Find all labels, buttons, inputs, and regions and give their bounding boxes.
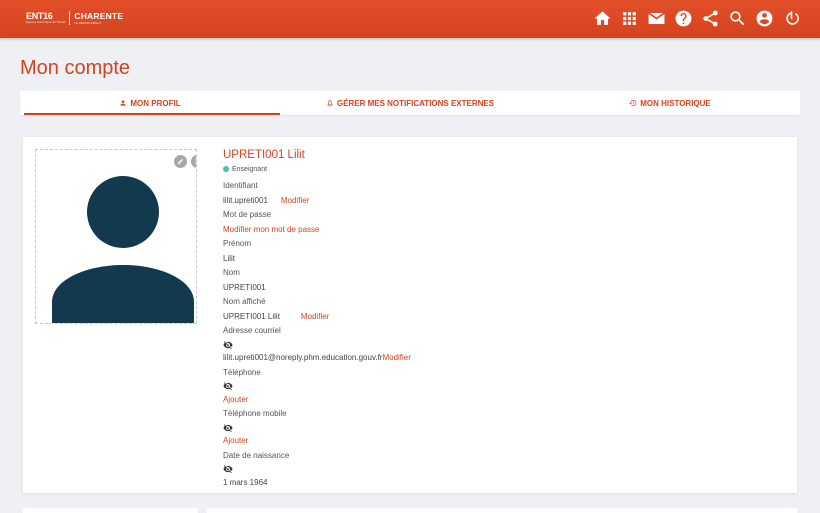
logo-ent-subtext: Espace Numérique de Travail xyxy=(26,20,66,24)
firstname-label: Prénom xyxy=(223,239,252,248)
mail-icon[interactable] xyxy=(646,8,667,29)
birthdate-visibility-toggle[interactable] xyxy=(223,463,783,476)
tab-label: MON PROFIL xyxy=(130,98,181,108)
modify-login-link[interactable]: Modifier xyxy=(281,194,309,209)
firstname-value: Lilit xyxy=(223,253,236,263)
login-value: lilit.upreti001 xyxy=(223,195,268,205)
email-value: lilit.upreti001@noreply.phm.education.go… xyxy=(223,353,383,362)
display-name-label: Nom affiché xyxy=(223,297,266,306)
modify-display-name-link[interactable]: Modifier xyxy=(301,310,329,325)
phone-label: Téléphone xyxy=(223,367,261,377)
home-icon[interactable] xyxy=(592,8,613,29)
account-icon[interactable] xyxy=(754,8,775,29)
add-phone-link[interactable]: Ajouter xyxy=(223,395,248,404)
mobile-label: Téléphone mobile xyxy=(223,409,287,418)
search-icon[interactable] xyxy=(727,8,748,29)
ent-charente-logo[interactable]: ENT16 Espace Numérique de Travail CHAREN… xyxy=(26,11,123,25)
birthdate-value: 1 mars 1964 xyxy=(223,477,268,487)
profile-info: UPRETI001 Lilit Enseignant Identifiant l… xyxy=(223,148,783,490)
role-status-dot xyxy=(223,166,229,172)
modify-email-link[interactable]: Modifier xyxy=(382,351,410,366)
password-label: Mot de passe xyxy=(223,210,272,219)
edit-avatar-button[interactable] xyxy=(174,155,187,168)
email-visibility-toggle[interactable] xyxy=(223,339,783,352)
eye-off-icon xyxy=(223,382,233,391)
display-name-value: UPRETI001 Lilit xyxy=(223,311,280,321)
birthdate-label: Date de naissance xyxy=(223,450,290,460)
logo-separator xyxy=(69,11,71,25)
delete-avatar-button[interactable] xyxy=(191,155,196,168)
add-mobile-link[interactable]: Ajouter xyxy=(223,436,248,445)
header-icon-bar xyxy=(592,8,802,29)
top-navbar: ENT16 Espace Numérique de Travail CHAREN… xyxy=(0,0,820,38)
role-label: Enseignant xyxy=(232,165,268,173)
role-badge: Enseignant xyxy=(223,164,783,174)
account-tabs: MON PROFIL GÉRER MES NOTIFICATIONS EXTER… xyxy=(20,91,800,115)
tab-notifications-externes[interactable]: GÉRER MES NOTIFICATIONS EXTERNES xyxy=(280,91,540,115)
login-label: Identifiant xyxy=(223,181,258,190)
logo-region-subtext: LE DÉPARTEMENT xyxy=(74,20,102,25)
tab-mon-historique[interactable]: MON HISTORIQUE xyxy=(540,91,800,115)
pencil-icon xyxy=(177,158,184,165)
tab-mon-profil[interactable]: MON PROFIL xyxy=(20,91,280,115)
history-icon xyxy=(629,99,637,107)
share-icon[interactable] xyxy=(700,8,721,29)
profile-card: UPRETI001 Lilit Enseignant Identifiant l… xyxy=(23,137,797,493)
eye-off-icon xyxy=(223,341,233,349)
lower-card-right xyxy=(207,508,797,513)
phone-visibility-toggle[interactable] xyxy=(223,380,783,393)
tab-label: GÉRER MES NOTIFICATIONS EXTERNES xyxy=(336,98,495,108)
lastname-label: Nom xyxy=(223,268,240,277)
eye-off-icon xyxy=(223,465,233,474)
person-icon xyxy=(119,99,127,107)
bell-icon xyxy=(326,99,334,107)
mobile-visibility-toggle[interactable] xyxy=(223,422,783,435)
logo-region-text: CHARENTE xyxy=(74,10,124,21)
page-title: Mon compte xyxy=(20,57,131,79)
tab-label: MON HISTORIQUE xyxy=(640,98,711,108)
avatar-placeholder-icon xyxy=(52,176,194,323)
lower-card-left xyxy=(23,508,198,513)
help-icon[interactable] xyxy=(673,8,694,29)
trash-icon xyxy=(195,159,196,165)
power-icon[interactable] xyxy=(781,8,802,29)
user-display-name: UPRETI001 Lilit xyxy=(223,149,305,161)
lastname-value: UPRETI001 xyxy=(223,282,266,292)
apps-grid-icon[interactable] xyxy=(619,8,640,29)
email-label: Adresse courriel xyxy=(223,326,281,335)
change-password-link[interactable]: Modifier mon mot de passe xyxy=(223,225,320,234)
avatar[interactable] xyxy=(35,149,197,324)
eye-off-icon xyxy=(223,424,233,432)
